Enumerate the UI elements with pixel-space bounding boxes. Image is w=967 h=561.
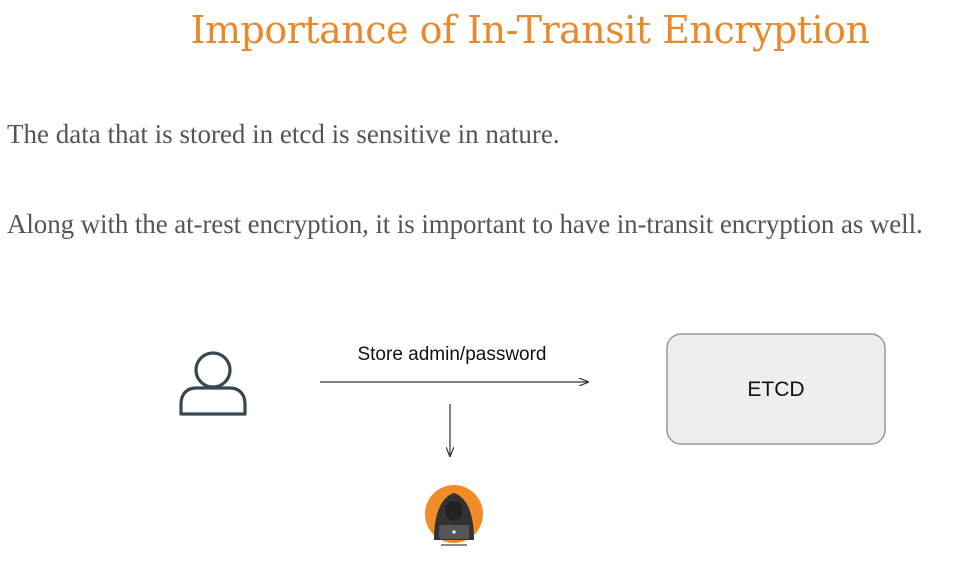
slide: Importance of In-Transit Encryption The … [0,0,967,561]
hacker-icon [425,485,483,546]
etcd-diagram: Store admin/password ETCD [179,333,886,546]
etcd-node: ETCD [666,333,886,445]
user-icon [179,351,247,416]
etcd-label: ETCD [747,378,804,401]
arrow-label: Store admin/password [357,344,546,365]
